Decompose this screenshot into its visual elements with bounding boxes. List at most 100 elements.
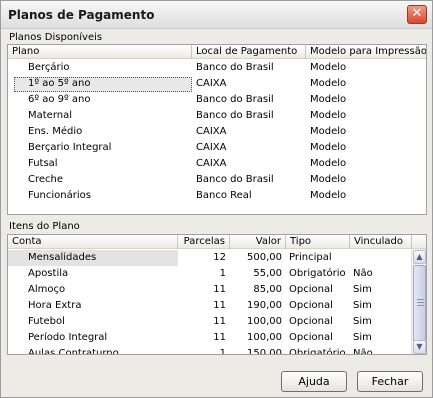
thumb-grip [417,302,424,303]
arrow-down-icon: ▼ [416,342,423,351]
column-header-vinculado[interactable]: Vinculado [350,235,412,249]
plan-row[interactable]: Creche Banco do Brasil Modelo [8,172,426,188]
items-vertical-scrollbar[interactable]: ▲ ▼ [411,249,426,354]
plan-row[interactable]: 1º ao 5º ano CAIXA Modelo [8,76,426,92]
plan-cell-local: CAIXA [196,142,227,153]
help-button[interactable]: Ajuda [281,371,347,392]
plan-cell-local: Banco do Brasil [196,94,274,105]
item-cell-valor: 85,00 [253,284,282,295]
item-cell-tipo: Opcional [289,316,333,327]
thumb-grip [417,305,424,306]
close-button[interactable]: Fechar [357,371,423,392]
column-header-modelo[interactable]: Modelo para Impressão [306,45,426,59]
item-cell-parcelas: 1 [219,268,226,279]
item-row[interactable]: Aulas Contraturno 1 150,00 Obrigatório Não [8,346,412,355]
item-cell-vinculado: Sim [353,284,372,295]
item-cell-valor: 100,00 [247,316,282,327]
item-cell-parcelas: 1 [219,348,226,355]
plan-cell-modelo: Modelo [310,142,347,153]
plan-cell-plano: 6º ao 9º ano [28,94,91,105]
title-bar[interactable]: Planos de Pagamento ✕ [1,1,432,29]
item-row[interactable]: Hora Extra 11 190,00 Opcional Sim [8,298,412,314]
item-row[interactable]: Mensalidades 12 500,00 Principal [8,250,412,266]
plan-row[interactable]: 6º ao 9º ano Banco do Brasil Modelo [8,92,426,108]
items-list[interactable]: Conta Parcelas Valor Tipo Vinculado Mens… [7,234,427,355]
plan-row[interactable]: Ens. Médio CAIXA Modelo [8,124,426,140]
item-cell-parcelas: 11 [213,300,226,311]
plan-cell-plano: Berçario Integral [28,142,112,153]
item-cell-tipo: Opcional [289,300,333,311]
plans-list[interactable]: Plano Local de Pagamento Modelo para Imp… [7,44,427,215]
plan-cell-plano: Ens. Médio [28,126,83,137]
column-header-valor[interactable]: Valor [230,235,286,249]
plan-cell-modelo: Modelo [310,94,347,105]
column-header-tipo[interactable]: Tipo [286,235,350,249]
item-cell-valor: 55,00 [253,268,282,279]
close-window-button[interactable]: ✕ [407,5,427,24]
item-cell-vinculado: Não [353,348,373,355]
plan-row[interactable]: Berçário Banco do Brasil Modelo [8,60,426,76]
plan-row[interactable]: Berçario Integral CAIXA Modelo [8,140,426,156]
plan-row[interactable]: Maternal Banco do Brasil Modelo [8,108,426,124]
item-cell-parcelas: 11 [213,316,226,327]
plan-cell-modelo: Modelo [310,62,347,73]
dialog-window: Planos de Pagamento ✕ Planos Disponíveis… [0,0,433,398]
scrollbar-thumb[interactable] [413,265,426,341]
item-cell-valor: 190,00 [247,300,282,311]
plan-cell-local: Banco do Brasil [196,62,274,73]
item-cell-vinculado [353,250,411,266]
item-cell-vinculado: Não [353,268,373,279]
column-header-plano[interactable]: Plano [8,45,192,59]
item-cell-parcelas: 11 [213,332,226,343]
plan-row[interactable]: Funcionários Banco Real Modelo [8,188,426,204]
plan-cell-local: Banco Real [196,190,252,201]
items-header: Conta Parcelas Valor Tipo Vinculado [8,235,426,249]
item-cell-tipo: Principal [289,252,332,263]
column-header-conta[interactable]: Conta [8,235,178,249]
plan-row[interactable]: Futsal CAIXA Modelo [8,156,426,172]
plan-cell-plano: Funcionários [28,190,91,201]
plan-cell-plano: Maternal [28,110,73,121]
plan-cell-modelo: Modelo [310,174,347,185]
plans-section-label: Planos Disponíveis [9,32,103,43]
plan-cell-local: CAIXA [196,126,227,137]
item-row[interactable]: Apostila 1 55,00 Obrigatório Não [8,266,412,282]
scroll-down-button[interactable]: ▼ [413,340,426,354]
item-cell-valor: 150,00 [247,348,282,355]
arrow-up-icon: ▲ [416,252,423,261]
item-cell-valor: 100,00 [247,332,282,343]
plan-cell-plano: Futsal [28,158,58,169]
items-section-label: Itens do Plano [9,221,80,232]
item-cell-parcelas: 12 [213,252,226,263]
item-cell-conta: Mensalidades [28,252,97,263]
plan-cell-modelo: Modelo [310,190,347,201]
item-cell-conta: Aulas Contraturno [28,348,119,355]
item-cell-tipo: Opcional [289,332,333,343]
item-cell-vinculado: Sim [353,300,372,311]
plan-cell-modelo: Modelo [310,126,347,137]
plan-cell-modelo: Modelo [310,158,347,169]
item-cell-tipo: Opcional [289,284,333,295]
plan-cell-modelo: Modelo [310,78,347,89]
item-cell-tipo: Obrigatório [289,268,346,279]
item-cell-parcelas: 11 [213,284,226,295]
item-cell-conta: Hora Extra [28,300,82,311]
plan-cell-plano: Creche [28,174,64,185]
item-row[interactable]: Almoço 11 85,00 Opcional Sim [8,282,412,298]
scroll-up-button[interactable]: ▲ [413,250,426,264]
column-header-local[interactable]: Local de Pagamento [192,45,306,59]
item-row[interactable]: Futebol 11 100,00 Opcional Sim [8,314,412,330]
plan-cell-local: CAIXA [196,158,227,169]
item-cell-conta: Almoço [28,284,66,295]
column-header-parcelas[interactable]: Parcelas [178,235,230,249]
plan-cell-local: Banco do Brasil [196,110,274,121]
item-cell-conta: Futebol [28,316,65,327]
item-cell-tipo: Obrigatório [289,348,346,355]
thumb-grip [417,299,424,300]
plan-cell-local: Banco do Brasil [196,174,274,185]
plan-cell-local: CAIXA [196,78,227,89]
item-row[interactable]: Período Integral 11 100,00 Opcional Sim [8,330,412,346]
item-cell-conta: Período Integral [28,332,108,343]
plans-header: Plano Local de Pagamento Modelo para Imp… [8,45,426,59]
plan-cell-plano: Berçário [28,62,70,73]
